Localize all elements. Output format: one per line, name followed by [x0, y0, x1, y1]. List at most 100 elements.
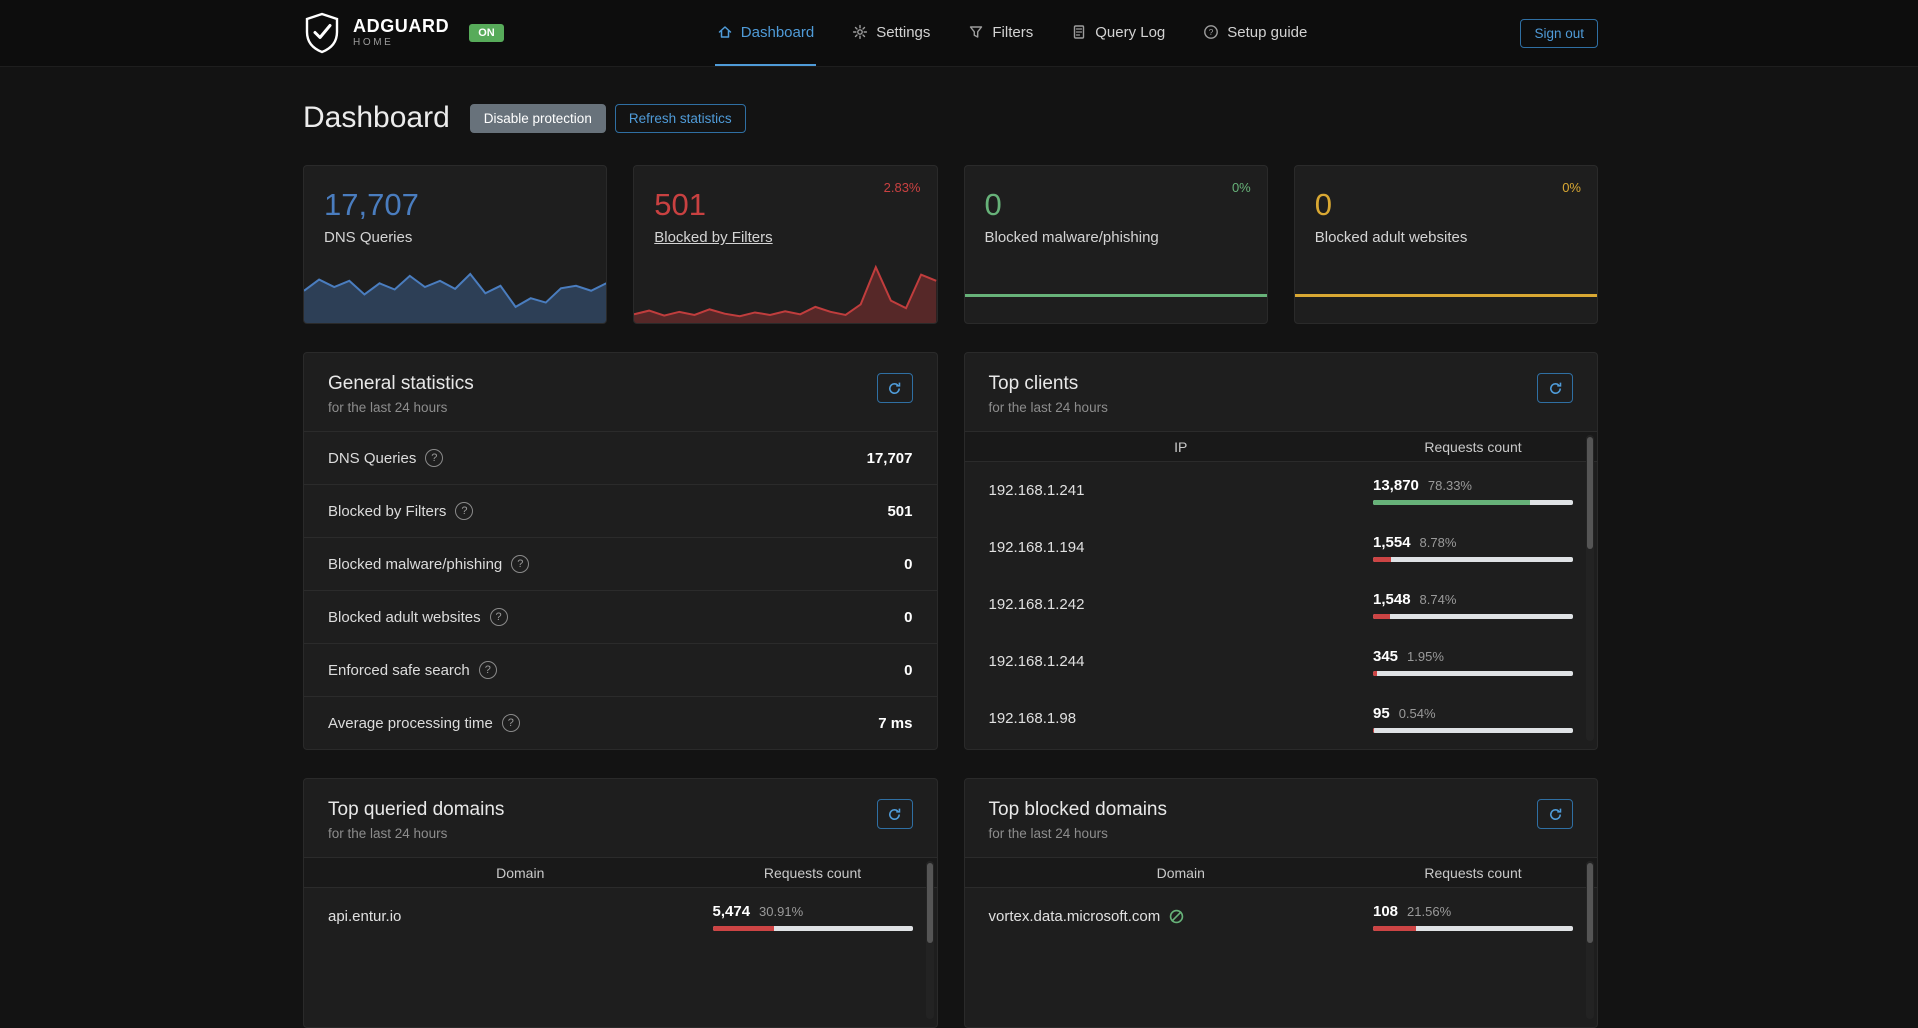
table-row: 192.168.1.244 345 1.95%	[965, 633, 1598, 690]
scrollbar-track[interactable]	[1586, 861, 1594, 1019]
column-header-domain: Domain	[328, 865, 713, 881]
stat-row-blocked-malware: Blocked malware/phishing? 0	[304, 537, 937, 590]
brand-name: ADGUARD	[353, 17, 449, 36]
disable-protection-button[interactable]: Disable protection	[470, 104, 606, 133]
top-queried-header: Top queried domains for the last 24 hour…	[304, 779, 937, 857]
funnel-icon	[968, 24, 984, 40]
progress-bar-fill	[1373, 671, 1377, 676]
column-header-requests: Requests count	[1373, 865, 1573, 881]
scrollbar-thumb[interactable]	[1587, 437, 1593, 549]
progress-bar-fill	[1373, 728, 1374, 733]
nav-label-setup-guide: Setup guide	[1227, 24, 1307, 41]
top-blocked-refresh-button[interactable]	[1537, 799, 1573, 829]
request-count: 1,554	[1373, 534, 1411, 551]
request-count: 108	[1373, 903, 1398, 920]
stat-row-blocked-adult: Blocked adult websites? 0	[304, 590, 937, 643]
tracker-icon[interactable]	[1168, 908, 1185, 925]
blocked-malware-card: 0% 0 Blocked malware/phishing	[964, 165, 1268, 324]
nav-item-setup-guide[interactable]: ? Setup guide	[1201, 0, 1309, 66]
help-icon[interactable]: ?	[502, 714, 520, 732]
top-blocked-header: Top blocked domains for the last 24 hour…	[965, 779, 1598, 857]
table-row: 192.168.1.241 13,87078.33%	[965, 462, 1598, 519]
client-ip-link[interactable]: 192.168.1.244	[989, 653, 1085, 670]
progress-bar-fill	[1373, 557, 1391, 562]
bottom-row: Top queried domains for the last 24 hour…	[303, 778, 1598, 1028]
request-count: 345	[1373, 648, 1398, 665]
nav-item-filters[interactable]: Filters	[966, 0, 1035, 66]
navbar: ADGUARD HOME ON Dashboard Settings	[0, 0, 1918, 67]
request-count: 1,548	[1373, 591, 1411, 608]
nav-item-settings[interactable]: Settings	[850, 0, 932, 66]
table-row: 192.168.1.194 1,554 8.78%	[965, 519, 1598, 576]
dns-queries-value: 17,707	[324, 188, 606, 222]
refresh-icon	[1548, 381, 1563, 396]
nav-item-dashboard[interactable]: Dashboard	[715, 0, 816, 66]
progress-bar	[1373, 557, 1573, 562]
top-clients-refresh-button[interactable]	[1537, 373, 1573, 403]
progress-bar-fill	[1373, 614, 1390, 619]
client-ip-link[interactable]: 192.168.1.194	[989, 539, 1085, 556]
stat-row-value: 501	[887, 503, 912, 520]
top-clients-table-header: IP Requests count	[965, 431, 1598, 462]
blocked-malware-percent: 0%	[1232, 180, 1251, 195]
scrollbar-track[interactable]	[926, 861, 934, 1019]
request-percent: 78.33%	[1428, 478, 1472, 493]
general-statistics-refresh-button[interactable]	[877, 373, 913, 403]
nav-label-dashboard: Dashboard	[741, 24, 814, 41]
page-header: Dashboard Disable protection Refresh sta…	[303, 101, 1598, 135]
request-percent: 8.74%	[1420, 592, 1457, 607]
dashboard-icon	[717, 24, 733, 40]
domain-link[interactable]: api.entur.io	[328, 908, 401, 925]
stat-row-blocked-by-filters: Blocked by Filters? 501	[304, 484, 937, 537]
stat-row-value: 0	[904, 556, 912, 573]
request-count: 95	[1373, 705, 1390, 722]
help-icon[interactable]: ?	[425, 449, 443, 467]
stat-row-safe-search: Enforced safe search? 0	[304, 643, 937, 696]
progress-bar-fill	[713, 926, 775, 931]
top-queried-subtitle: for the last 24 hours	[328, 826, 913, 841]
general-statistics-header: General statistics for the last 24 hours	[304, 353, 937, 431]
progress-bar-fill	[1373, 500, 1530, 505]
refresh-statistics-button[interactable]: Refresh statistics	[615, 104, 746, 133]
scrollbar-thumb[interactable]	[927, 863, 933, 943]
request-percent: 8.78%	[1420, 535, 1457, 550]
progress-bar	[1373, 614, 1573, 619]
top-queried-table-header: Domain Requests count	[304, 857, 937, 888]
table-row: api.entur.io 5,47430.91%	[304, 888, 937, 945]
help-icon[interactable]: ?	[479, 661, 497, 679]
scrollbar-thumb[interactable]	[1587, 863, 1593, 943]
top-blocked-table-header: Domain Requests count	[965, 857, 1598, 888]
client-ip-link[interactable]: 192.168.1.242	[989, 596, 1085, 613]
dns-queries-card: 17,707 DNS Queries	[303, 165, 607, 324]
top-blocked-subtitle: for the last 24 hours	[989, 826, 1574, 841]
brand-subtitle: HOME	[353, 38, 449, 49]
domain-link[interactable]: vortex.data.microsoft.com	[989, 908, 1161, 925]
blocked-by-filters-link[interactable]: Blocked by Filters	[654, 229, 772, 246]
client-ip-link[interactable]: 192.168.1.98	[989, 710, 1077, 727]
help-icon[interactable]: ?	[511, 555, 529, 573]
help-icon[interactable]: ?	[455, 502, 473, 520]
adguard-home-logo[interactable]: ADGUARD HOME ON	[303, 12, 504, 54]
help-icon[interactable]: ?	[490, 608, 508, 626]
scrollbar-track[interactable]	[1586, 435, 1594, 741]
blocked-by-filters-card: 2.83% 501 Blocked by Filters	[633, 165, 937, 324]
nav-label-query-log: Query Log	[1095, 24, 1165, 41]
stat-row-value: 17,707	[867, 450, 913, 467]
nav-label-settings: Settings	[876, 24, 930, 41]
top-queried-title: Top queried domains	[328, 799, 913, 821]
client-ip-link[interactable]: 192.168.1.241	[989, 482, 1085, 499]
top-queried-domains-card: Top queried domains for the last 24 hour…	[303, 778, 938, 1028]
nav-item-query-log[interactable]: Query Log	[1069, 0, 1167, 66]
top-queried-refresh-button[interactable]	[877, 799, 913, 829]
middle-row: General statistics for the last 24 hours…	[303, 352, 1598, 750]
stat-row-value: 7 ms	[878, 715, 912, 732]
progress-bar	[1373, 671, 1573, 676]
gear-icon	[852, 24, 868, 40]
stat-row-label: Blocked malware/phishing	[328, 556, 502, 573]
general-statistics-subtitle: for the last 24 hours	[328, 400, 913, 415]
request-percent: 0.54%	[1399, 706, 1436, 721]
request-percent: 1.95%	[1407, 649, 1444, 664]
sign-out-button[interactable]: Sign out	[1520, 19, 1598, 48]
nav-menu: Dashboard Settings Filters	[504, 0, 1521, 66]
general-statistics-title: General statistics	[328, 373, 913, 395]
